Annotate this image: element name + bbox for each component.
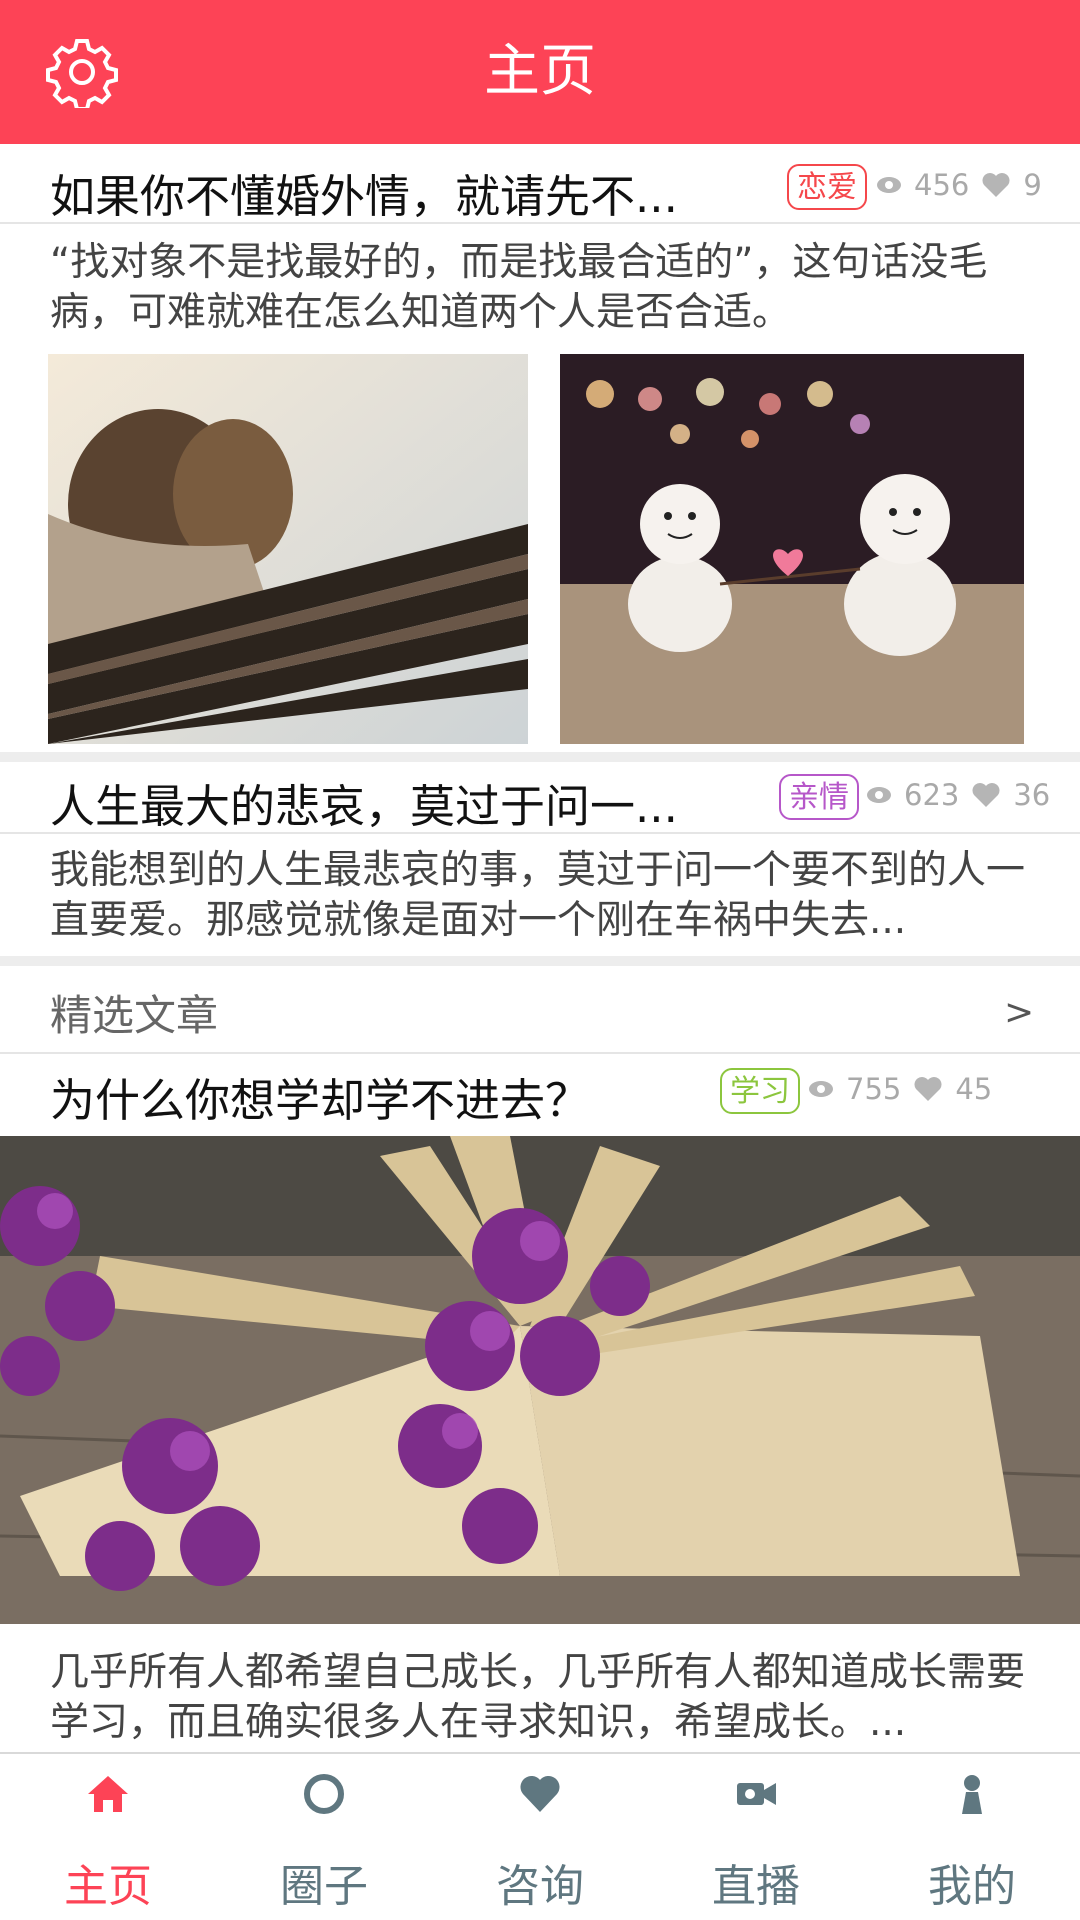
nav-item-consult[interactable]: 咨询 <box>432 1752 648 1920</box>
nav-item-live[interactable]: 直播 <box>648 1752 864 1920</box>
category-tag: 亲情 <box>779 774 859 820</box>
category-tag: 恋爱 <box>787 164 867 210</box>
book-flowers-image[interactable] <box>0 1136 1080 1624</box>
divider <box>0 832 1080 834</box>
article-stats: 755 45 <box>808 1072 992 1106</box>
heart-icon <box>520 1775 560 1812</box>
article-stats: 456 9 <box>876 168 1042 202</box>
nav-label: 直播 <box>712 1861 800 1912</box>
couple-bench-image[interactable] <box>48 354 528 744</box>
nav-item-circle[interactable]: 圈子 <box>216 1752 432 1920</box>
snowmen-image[interactable] <box>560 354 1024 744</box>
article-title[interactable]: 如果你不懂婚外情，就请先不... <box>50 160 678 225</box>
person-icon <box>962 1775 982 1814</box>
featured-article-excerpt: 几乎所有人都希望自己成长，几乎所有人都知道成长需要学习，而且确实很多人在寻求知识… <box>50 1650 1026 1745</box>
featured-section-label: 精选文章 <box>50 991 219 1040</box>
video-camera-icon <box>737 1783 776 1805</box>
circle-icon <box>304 1774 344 1814</box>
nav-item-home[interactable]: 主页 <box>0 1752 216 1920</box>
view-count: 755 <box>846 1072 902 1106</box>
featured-article-title[interactable]: 为什么你想学却学不进去？ <box>50 1064 590 1129</box>
page-title: 主页 <box>484 39 596 104</box>
eye-icon <box>809 1081 833 1097</box>
view-count: 623 <box>904 778 960 812</box>
article-stats: 623 36 <box>866 778 1050 812</box>
like-count: 36 <box>1013 778 1051 812</box>
heart-icon <box>972 783 1000 807</box>
like-count: 9 <box>1023 168 1042 202</box>
article-excerpt: 我能想到的人生最悲哀的事，莫过于问一个要不到的人一直要爱。那感觉就像是面对一个刚… <box>50 848 1026 943</box>
category-tag: 学习 <box>720 1068 800 1114</box>
divider <box>0 222 1080 224</box>
home-icon <box>88 1776 128 1812</box>
nav-label: 主页 <box>64 1861 152 1912</box>
like-count: 45 <box>955 1072 993 1106</box>
heart-icon <box>982 173 1010 197</box>
nav-label: 圈子 <box>280 1861 368 1912</box>
eye-icon <box>877 177 901 193</box>
section-separator <box>0 956 1080 966</box>
article-title[interactable]: 人生最大的悲哀，莫过于问一... <box>50 770 678 835</box>
nav-label: 我的 <box>928 1861 1016 1912</box>
view-count: 456 <box>914 168 970 202</box>
eye-icon <box>867 787 891 803</box>
featured-more-arrow[interactable]: > <box>1004 992 1034 1033</box>
nav-label: 咨询 <box>496 1861 584 1912</box>
divider <box>0 1052 1080 1054</box>
nav-item-mine[interactable]: 我的 <box>864 1752 1080 1920</box>
heart-icon <box>914 1077 942 1101</box>
section-separator <box>0 752 1080 762</box>
article-excerpt: “找对象不是找最好的，而是找最合适的”，这句话没毛病，可难就难在怎么知道两个人是… <box>50 240 988 335</box>
